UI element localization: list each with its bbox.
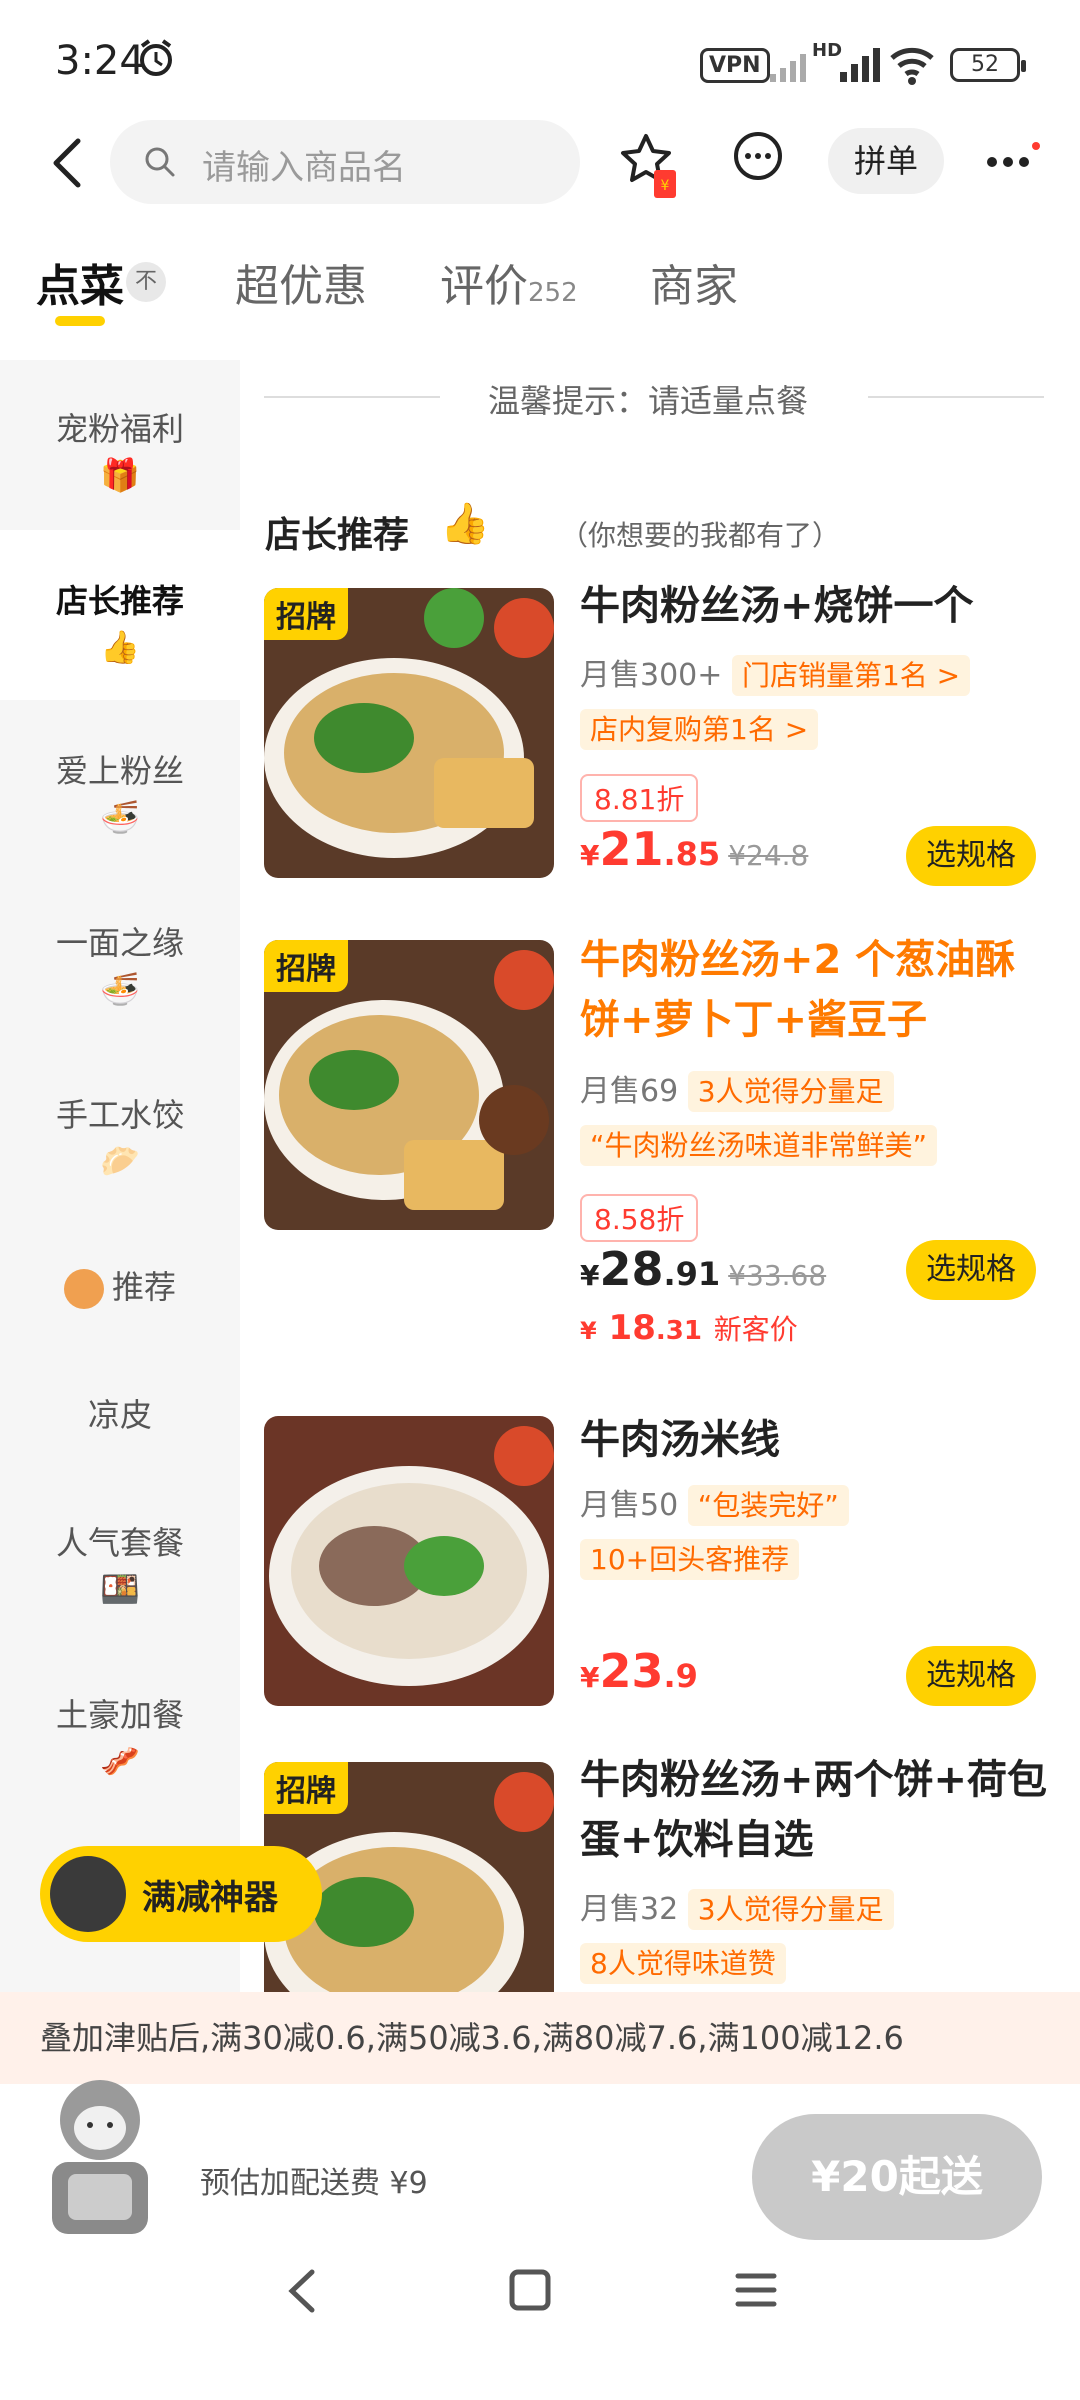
select-spec-button[interactable]: 选规格 xyxy=(906,826,1036,886)
signature-tag: 招牌 xyxy=(264,1762,348,1814)
repurchase-rank-chip[interactable]: 店内复购第1名 > xyxy=(580,709,819,750)
product-image[interactable]: 招牌 xyxy=(264,588,554,878)
robot-icon xyxy=(50,1856,126,1932)
review-chip: “包装完好” xyxy=(687,1485,849,1526)
tab-diancai[interactable]: 点菜 xyxy=(36,250,124,314)
review-chip: “牛肉粉丝汤味道非常鲜美” xyxy=(580,1125,938,1166)
select-spec-button[interactable]: 选规格 xyxy=(906,1646,1036,1706)
product-price: ¥21.85 ¥24.8 xyxy=(580,822,809,876)
product-name[interactable]: 牛肉粉丝汤+2 个葱油酥饼+萝卜丁+酱豆子 xyxy=(580,930,1050,1050)
noodle-icon: 🍜 xyxy=(100,798,140,836)
alarm-icon xyxy=(140,39,172,76)
portion-chip: 3人觉得分量足 xyxy=(687,1071,894,1112)
select-spec-button[interactable]: 选规格 xyxy=(906,1240,1036,1300)
tab-badge: 不 xyxy=(126,262,166,302)
product-name[interactable]: 牛肉粉丝汤+烧饼一个 xyxy=(580,576,1050,636)
thumbs-up-icon: 👍 xyxy=(440,501,490,547)
sidebar-item-yimian[interactable]: 一面之缘 🍜 xyxy=(0,918,240,1008)
returning-customer-chip: 10+回头客推荐 xyxy=(580,1539,800,1580)
discount-helper-button[interactable]: 满减神器 xyxy=(40,1846,322,1942)
status-time: 3:24 xyxy=(55,38,145,84)
bento-icon: 🍱 xyxy=(100,1570,140,1608)
new-customer-price: ¥ 18.31 新客价 xyxy=(580,1308,798,1348)
monthly-sales: 月售50 “包装完好” xyxy=(580,1480,849,1526)
discount-badge: 8.81折 xyxy=(580,774,699,822)
product-image[interactable] xyxy=(264,1416,554,1706)
delivery-fee: 预估加配送费 ¥9 xyxy=(200,2166,428,2201)
sales-rank-chip[interactable]: 门店销量第1名 > xyxy=(731,655,971,696)
chip-row: 8人觉得味道赞 xyxy=(580,1942,786,1984)
product-price: ¥23.9 xyxy=(580,1644,698,1698)
section-subtitle: （你想要的我都有了） xyxy=(560,519,841,552)
min-order-button[interactable]: ¥20起送 xyxy=(752,2114,1042,2240)
recommend-icon xyxy=(63,1269,104,1309)
section-title: 店长推荐 xyxy=(265,515,410,556)
tab-underline xyxy=(55,316,105,326)
nav-back-icon[interactable] xyxy=(282,2266,322,2316)
wifi-icon xyxy=(890,47,934,85)
monthly-sales: 月售300+ 门店销量第1名 > xyxy=(580,650,971,696)
monthly-sales: 月售69 3人觉得分量足 xyxy=(580,1066,894,1112)
pindan-button[interactable]: 拼单 xyxy=(828,128,944,194)
noodle-bowl-icon: 🍜 xyxy=(100,970,140,1008)
review-count: 252 xyxy=(528,278,578,308)
more-icon[interactable] xyxy=(984,140,1040,180)
thumbs-up-icon: 👍 xyxy=(100,628,140,666)
cart-robot-icon[interactable] xyxy=(30,2070,170,2240)
search-icon xyxy=(145,147,175,177)
battery-indicator: 52 xyxy=(950,48,1026,82)
dumpling-icon: 🥟 xyxy=(100,1142,140,1180)
signal-strength-icon xyxy=(840,48,880,82)
bacon-icon: 🥓 xyxy=(100,1742,140,1780)
sidebar-item-fensi[interactable]: 爱上粉丝 🍜 xyxy=(0,746,240,836)
chip-row: 店内复购第1名 > xyxy=(580,708,819,750)
back-icon[interactable] xyxy=(48,135,88,191)
tab-pingjia[interactable]: 评价252 xyxy=(440,250,578,314)
chip-row: 10+回头客推荐 xyxy=(580,1538,800,1580)
tab-shangjia[interactable]: 商家 xyxy=(650,250,738,314)
portion-chip: 3人觉得分量足 xyxy=(687,1889,894,1930)
sidebar-item-liangpi[interactable]: 凉皮 xyxy=(0,1390,240,1436)
divider xyxy=(868,396,1044,398)
chat-icon[interactable] xyxy=(730,130,786,186)
sidebar-item-tuijian[interactable]: 推荐 xyxy=(0,1262,240,1309)
signature-tag: 招牌 xyxy=(264,940,348,992)
vpn-indicator: VPN xyxy=(700,48,770,83)
search-placeholder: 请输入商品名 xyxy=(202,148,406,188)
gift-icon: 🎁 xyxy=(100,456,140,494)
sidebar-item-dianzhang[interactable]: 店长推荐 👍 xyxy=(0,576,240,666)
discount-badge: 8.58折 xyxy=(580,1194,699,1242)
svg-text:¥: ¥ xyxy=(661,178,670,194)
sidebar-item-chongfen[interactable]: 宠粉福利 🎁 xyxy=(0,404,240,494)
product-image[interactable]: 招牌 xyxy=(264,940,554,1230)
product-name[interactable]: 牛肉汤米线 xyxy=(580,1410,1050,1470)
signature-tag: 招牌 xyxy=(264,588,348,640)
signal-icon xyxy=(770,54,806,82)
nav-home-icon[interactable] xyxy=(508,2268,552,2312)
tip-text: 温馨提示：请适量点餐 xyxy=(488,382,809,420)
tab-chaoyouhui[interactable]: 超优惠 xyxy=(235,250,367,314)
nav-menu-icon[interactable] xyxy=(734,2270,778,2310)
product-name[interactable]: 牛肉粉丝汤+两个饼+荷包蛋+饮料自选 xyxy=(580,1750,1050,1870)
chip-row: “牛肉粉丝汤味道非常鲜美” xyxy=(580,1124,938,1166)
sidebar-item-taocan[interactable]: 人气套餐 🍱 xyxy=(0,1518,240,1608)
sidebar-item-shuijiao[interactable]: 手工水饺 🥟 xyxy=(0,1090,240,1180)
divider xyxy=(264,396,440,398)
search-bar[interactable]: 请输入商品名 xyxy=(110,120,580,204)
taste-chip: 8人觉得味道赞 xyxy=(580,1943,786,1984)
monthly-sales: 月售32 3人觉得分量足 xyxy=(580,1884,894,1930)
favorite-icon[interactable]: ¥ xyxy=(618,130,680,202)
product-price: ¥28.91 ¥33.68 xyxy=(580,1242,827,1296)
sidebar-item-jiacan[interactable]: 土豪加餐 🥓 xyxy=(0,1690,240,1780)
